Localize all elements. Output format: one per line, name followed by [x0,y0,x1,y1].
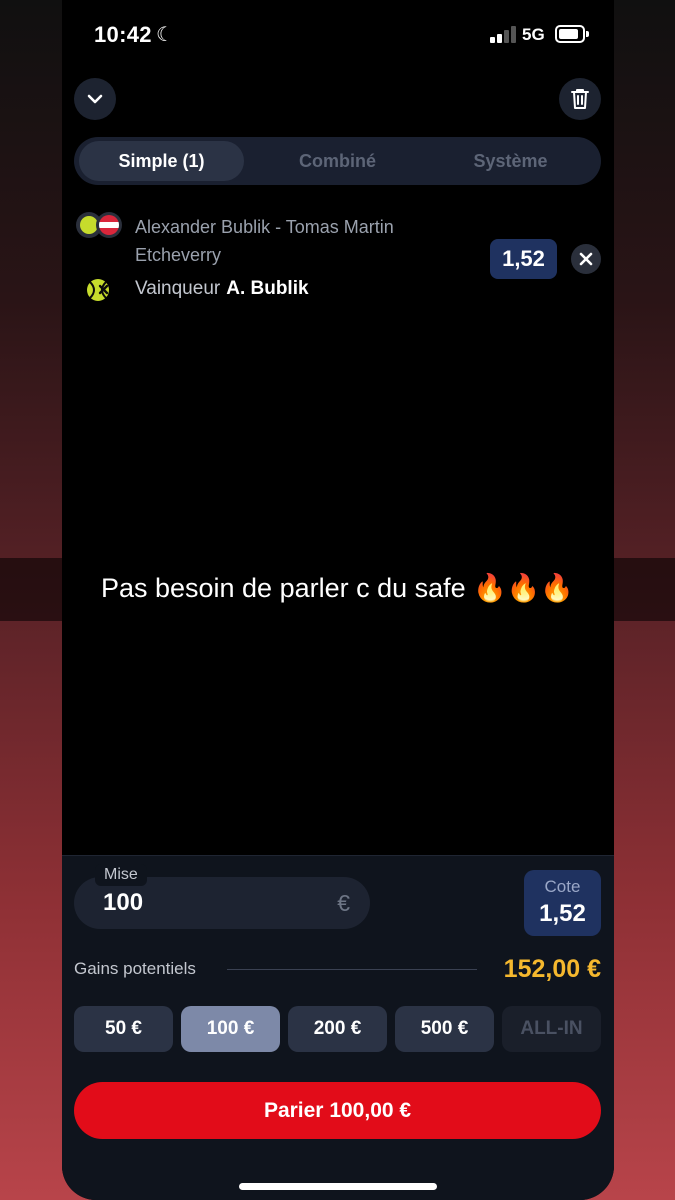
chevron-down-icon [87,94,103,104]
collapse-button[interactable] [74,78,116,120]
remove-selection-button[interactable] [571,244,601,274]
selection: Vainqueur A. Bublik [135,278,309,300]
quick-stake-100[interactable]: 100 € [181,1006,280,1052]
moon-icon: ☾ [156,24,174,46]
status-time: 10:42 [94,22,152,47]
selection-label: Vainqueur [135,278,221,299]
total-odds: Cote 1,52 [524,870,601,936]
story-caption: Pas besoin de parler c du safe 🔥🔥🔥 [100,573,575,603]
currency-symbol: € [337,890,350,916]
quick-stake-50[interactable]: 50 € [74,1006,173,1052]
stake-value: 100 [103,889,144,916]
battery-icon [555,25,589,43]
tab-combine[interactable]: Combiné [255,141,420,181]
delete-button[interactable] [559,78,601,120]
tab-simple[interactable]: Simple (1) [79,141,244,181]
signal-icon [490,26,516,43]
austria-flag-icon [96,212,122,238]
quick-stake-500[interactable]: 500 € [395,1006,494,1052]
market-tennis-icon [87,279,109,301]
bet-slip-panel: 100 € Mise Cote 1,52 Gains potentiels 15… [62,855,614,1200]
place-bet-button[interactable]: Parier 100,00 € [74,1082,601,1139]
selection-value: A. Bublik [226,278,309,299]
cote-label: Cote [544,877,581,896]
close-icon [579,252,593,266]
divider [227,969,477,970]
bet-type-tabs: Simple (1) Combiné Système [74,137,601,185]
network-type: 5G [522,25,545,44]
status-bar: 10:42 ☾ 5G [62,0,614,70]
match-name: Alexander Bublik - Tomas Martin Etchever… [135,217,394,265]
trash-icon [571,89,589,109]
home-indicator[interactable] [239,1183,437,1190]
quick-stake-200[interactable]: 200 € [288,1006,387,1052]
stake-label: Mise [95,864,147,886]
potential-gains-value: 152,00 € [503,955,601,983]
tab-systeme[interactable]: Système [428,141,593,181]
cote-value: 1,52 [539,900,586,927]
odds-badge: 1,52 [490,239,557,279]
potential-gains-label: Gains potentiels [74,959,196,978]
quick-stake-all-in[interactable]: ALL-IN [502,1006,601,1052]
